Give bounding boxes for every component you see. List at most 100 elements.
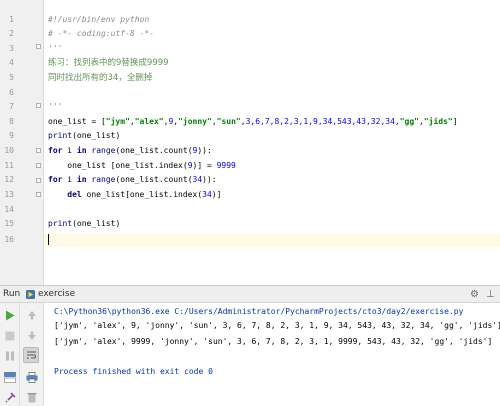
code-editor[interactable]: 1 2 3 4 5 6 7 8 9 10 11 12 13 14 15 16 #… [0, 0, 500, 285]
text-caret [48, 234, 49, 245]
code-line[interactable]: ''' [48, 43, 62, 55]
fold-marker-icon[interactable] [36, 178, 41, 183]
line-number: 10 [4, 146, 14, 155]
pin-icon[interactable] [2, 389, 18, 405]
console-exit-message: Process finished with exit code 0 [54, 367, 213, 376]
line-number: 15 [4, 219, 14, 228]
code-token: i [62, 175, 77, 184]
code-line[interactable]: 同时找出所有的34，全删掉 [48, 72, 152, 84]
print-icon[interactable] [24, 369, 40, 385]
code-token: one_list[one_list.index( [81, 190, 203, 199]
line-number: 11 [4, 161, 14, 170]
code-token: range [91, 175, 116, 184]
code-token: ''' [48, 44, 63, 53]
fold-marker-icon[interactable] [36, 103, 41, 108]
code-token: )): [202, 175, 217, 184]
fold-marker-icon[interactable] [36, 44, 41, 49]
code-token: in [76, 175, 87, 184]
hide-panel-icon[interactable]: ⊥ [486, 289, 495, 300]
code-line[interactable]: one_list [one_list.index(9)] = 9999 [48, 160, 236, 172]
code-token: ''' [48, 102, 63, 111]
code-line[interactable]: print(one_list) [48, 130, 120, 142]
fold-marker-icon[interactable] [36, 192, 41, 197]
line-number: 4 [9, 58, 14, 67]
line-number: 8 [9, 117, 14, 126]
line-number: 12 [4, 175, 14, 184]
line-number: 5 [9, 73, 14, 82]
gear-icon[interactable]: ⚙ [470, 289, 479, 300]
console-command-line: C:\Python36\python36.exe C:/Users/Admini… [54, 307, 464, 316]
code-token: for [48, 175, 63, 184]
line-number: 3 [9, 44, 14, 53]
code-token: (one_list) [72, 131, 121, 140]
play-icon[interactable] [2, 307, 18, 323]
code-token: 34 [192, 175, 203, 184]
python-run-icon [26, 290, 35, 299]
code-line[interactable]: # -*- coding:utf-8 -*- [48, 28, 154, 40]
code-token: print [48, 131, 73, 140]
line-number: 9 [9, 131, 14, 140]
fold-marker-icon[interactable] [36, 148, 41, 153]
line-number: 1 [9, 15, 14, 24]
code-token: )] [211, 190, 222, 199]
code-token: one_list = [ [48, 117, 106, 126]
console-output-line: ['jym', 'alex', 9999, 'jonny', 'sun', 3,… [54, 337, 493, 346]
code-line[interactable]: for i in range(one_list.count(9)): [48, 145, 212, 157]
down-arrow-icon[interactable] [24, 328, 40, 344]
code-token: # -*- coding:utf-8 -*- [48, 29, 154, 38]
code-token: i [62, 146, 77, 155]
code-line[interactable]: #!/usr/bin/env python [48, 14, 149, 26]
code-token: (one_list) [72, 219, 121, 228]
layout-icon[interactable] [2, 369, 18, 385]
code-token: 同时找出所有的34，全删掉 [48, 73, 153, 83]
current-line-highlight [44, 234, 500, 247]
run-toolbar-left [0, 303, 20, 406]
run-toolbar-right [20, 303, 44, 406]
code-token: range [91, 146, 116, 155]
code-token: 3,6,7,8,2,3,1,9,34,543,43,32,34 [245, 117, 395, 126]
code-token: 34 [202, 190, 212, 199]
up-arrow-icon[interactable] [24, 307, 40, 323]
code-token: 练习：找列表中的9替换成9999 [48, 58, 169, 68]
pause-icon[interactable] [2, 348, 18, 364]
trash-icon[interactable] [24, 389, 40, 405]
code-token: for [48, 146, 63, 155]
code-line[interactable]: del one_list[one_list.index(34)] [48, 189, 221, 201]
code-token: ] [452, 117, 458, 126]
code-line[interactable]: 练习：找列表中的9替换成9999 [48, 57, 169, 69]
stop-icon[interactable] [2, 328, 18, 344]
code-token: (one_list.count( [115, 146, 193, 155]
console-output-line: ['jym', 'alex', 9, 'jonny', 'sun', 3, 6,… [54, 321, 500, 330]
code-token: 9999 [216, 161, 236, 170]
code-token: "sun" [216, 117, 241, 126]
run-tab-label[interactable]: Run [3, 289, 20, 299]
run-tool-window-header: Run exercise ⚙ ⊥ [0, 285, 500, 303]
line-number: 6 [9, 88, 14, 97]
code-token: del [67, 190, 82, 199]
fold-marker-icon[interactable] [36, 163, 41, 168]
line-number: 13 [4, 190, 14, 199]
code-token: in [76, 146, 87, 155]
soft-wrap-icon[interactable] [23, 347, 39, 363]
run-console: C:\Python36\python36.exe C:/Users/Admini… [0, 303, 500, 406]
code-token: "jonny" [178, 117, 212, 126]
code-token: )): [197, 146, 212, 155]
line-number: 7 [9, 102, 14, 111]
line-number: 2 [9, 29, 14, 38]
code-token: (one_list.count( [115, 175, 193, 184]
code-token: "gg" [399, 117, 419, 126]
code-line[interactable]: print(one_list) [48, 218, 120, 230]
code-line[interactable] [48, 234, 49, 246]
line-number: 14 [4, 205, 14, 214]
code-token: print [48, 219, 73, 228]
run-config-name[interactable]: exercise [38, 289, 75, 299]
code-token: one_list [one_list.index( [48, 161, 188, 170]
line-number-gutter: 1 2 3 4 5 6 7 8 9 10 11 12 13 14 15 16 [0, 0, 44, 285]
code-line[interactable]: ''' [48, 101, 62, 113]
line-number: 16 [4, 235, 14, 244]
code-line[interactable]: one_list = ["jym","alex",9,"jonny","sun"… [48, 116, 458, 128]
code-line[interactable]: for i in range(one_list.count(34)): [48, 174, 217, 186]
code-token: "alex" [134, 117, 164, 126]
code-token: "jids" [423, 117, 453, 126]
